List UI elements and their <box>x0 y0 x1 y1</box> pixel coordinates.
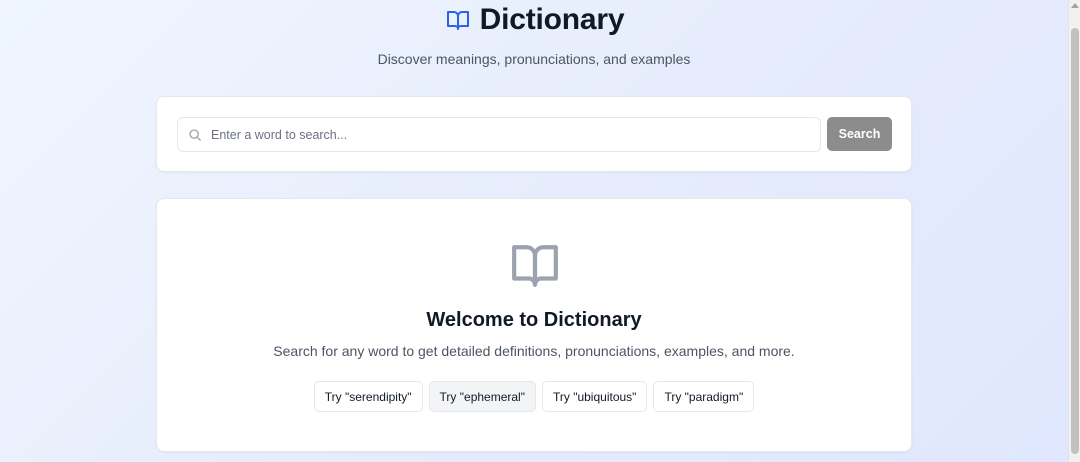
welcome-card: Welcome to Dictionary Search for any wor… <box>156 198 912 452</box>
book-open-icon <box>508 241 562 291</box>
vertical-scrollbar[interactable] <box>1068 0 1080 462</box>
page-subtitle: Discover meanings, pronunciations, and e… <box>377 51 691 67</box>
welcome-title: Welcome to Dictionary <box>426 309 642 331</box>
suggestion-button[interactable]: Try "ephemeral" <box>428 381 536 412</box>
app-root: Dictionary Discover meanings, pronunciat… <box>0 0 1068 462</box>
search-button[interactable]: Search <box>827 117 892 151</box>
search-input[interactable] <box>178 118 820 151</box>
welcome-description: Search for any word to get detailed defi… <box>273 343 795 359</box>
scroll-up-arrow-icon[interactable] <box>1071 3 1079 8</box>
book-open-icon <box>444 6 472 34</box>
suggestion-button[interactable]: Try "serendipity" <box>313 381 423 412</box>
suggestion-button[interactable]: Try "paradigm" <box>653 381 755 412</box>
search-field-wrapper <box>177 117 821 152</box>
header: Dictionary <box>0 2 1068 38</box>
search-card: Search <box>156 96 912 172</box>
scrollbar-thumb[interactable] <box>1071 28 1079 454</box>
suggestion-button[interactable]: Try "ubiquitous" <box>541 381 648 412</box>
page-title: Dictionary <box>479 3 625 36</box>
suggestion-list: Try "serendipity" Try "ephemeral" Try "u… <box>157 381 911 412</box>
search-icon <box>188 128 202 142</box>
